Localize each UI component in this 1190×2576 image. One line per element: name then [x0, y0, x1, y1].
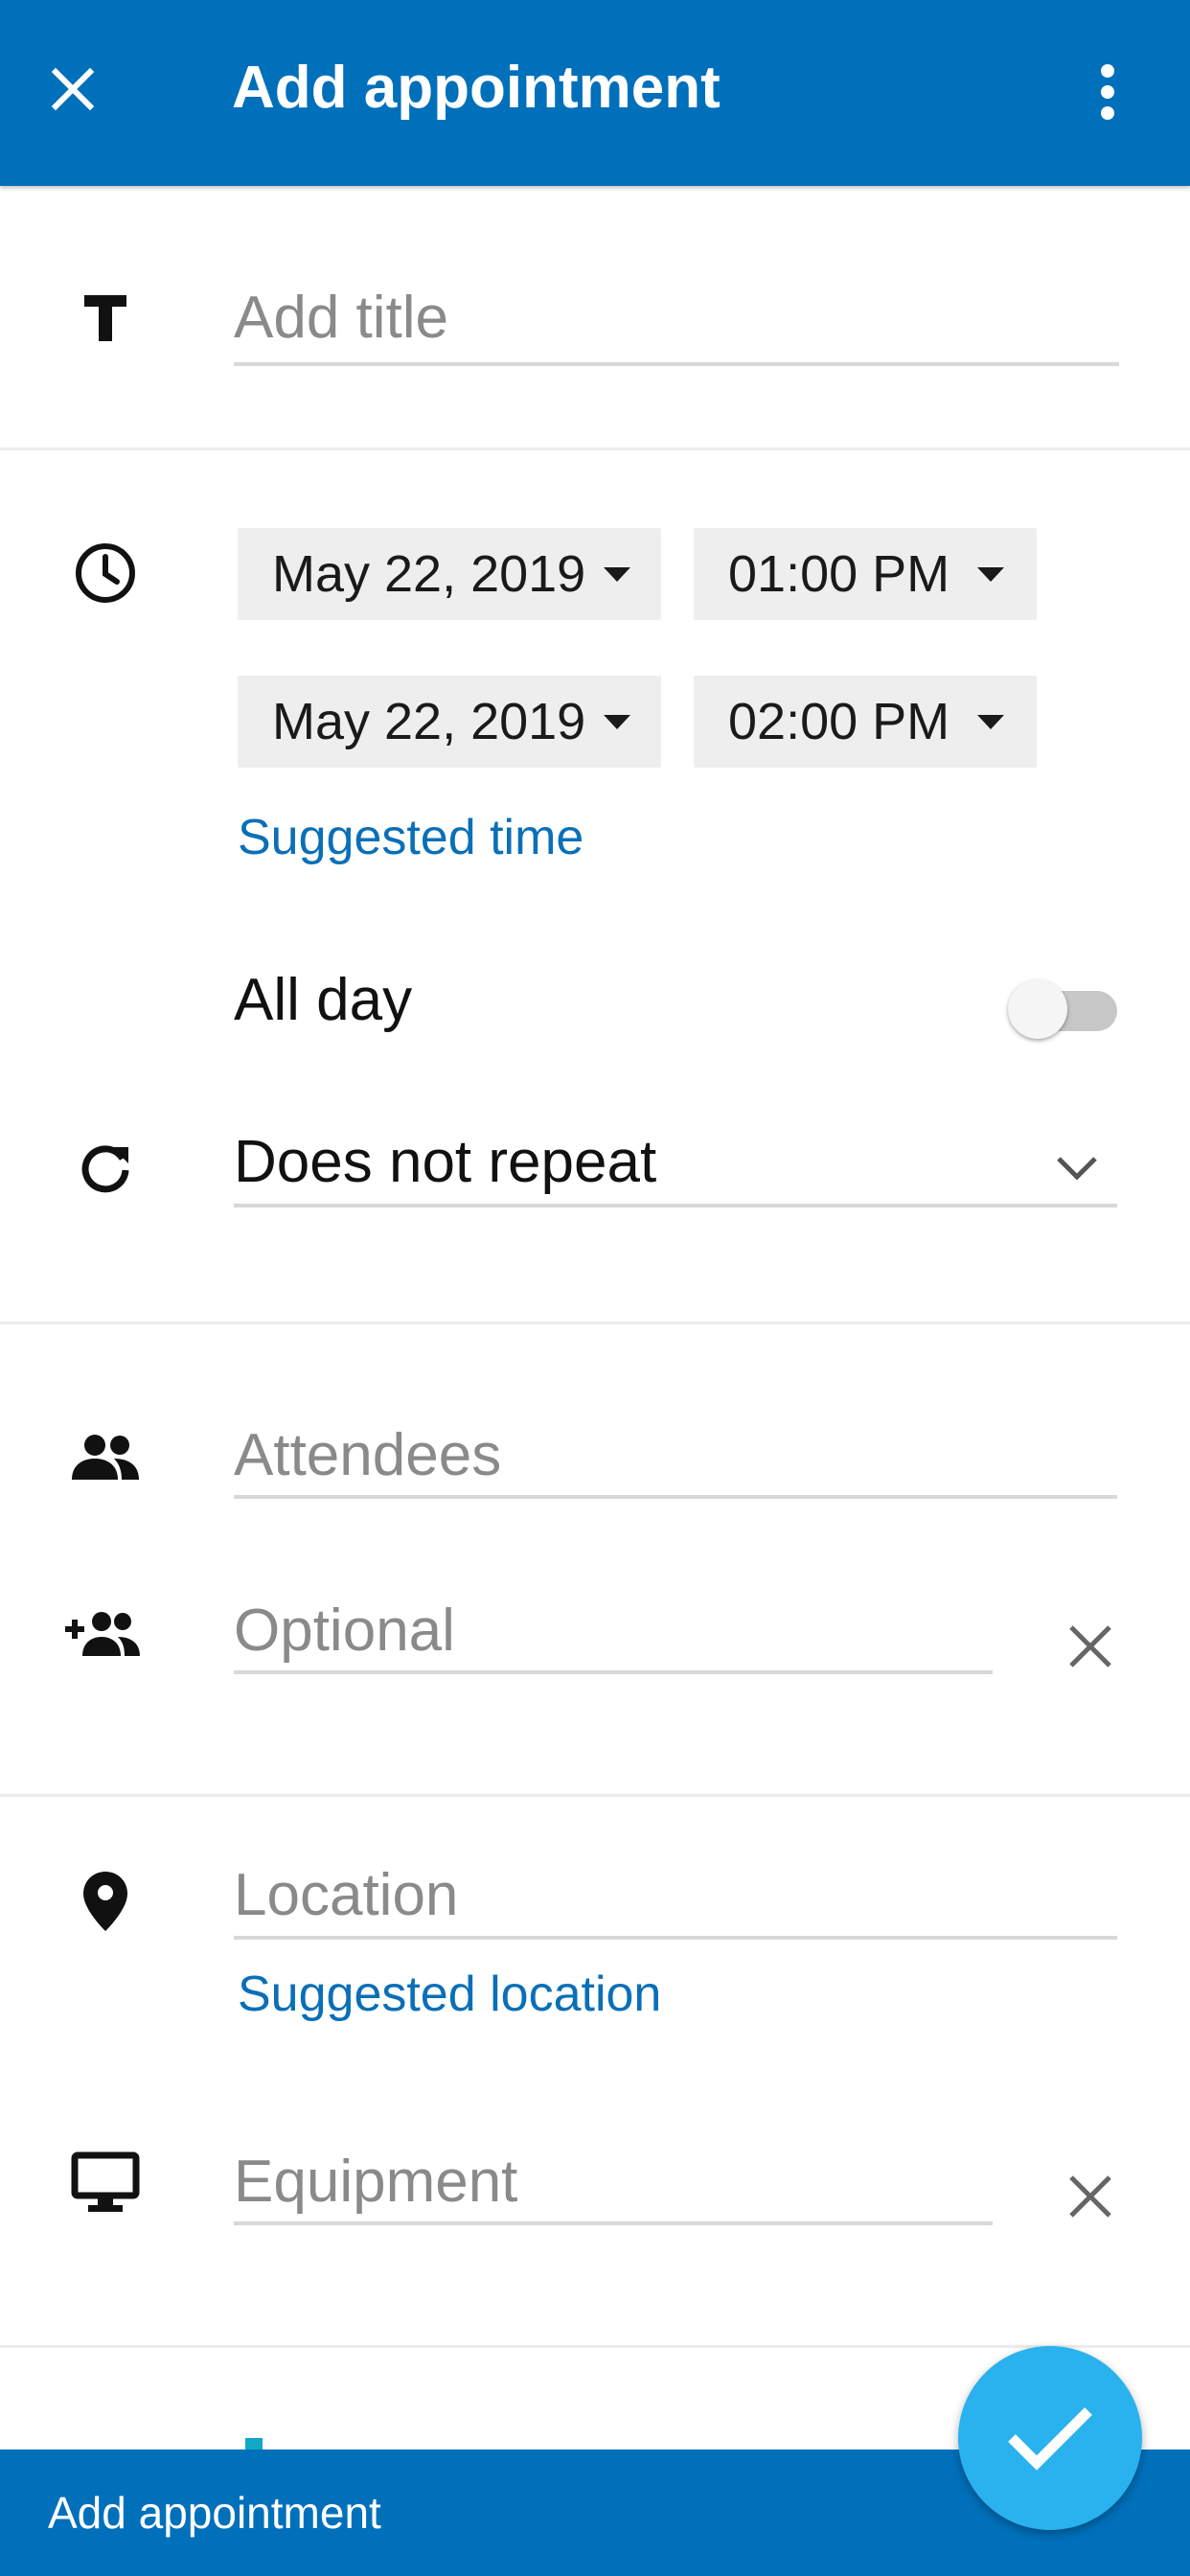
start-time-value: 01:00 PM [728, 545, 950, 603]
end-time-dropdown[interactable]: 02:00 PM [694, 676, 1037, 768]
refresh-icon [67, 1129, 144, 1206]
bottom-bar-label: Add appointment [48, 2488, 381, 2538]
end-date-value: May 22, 2019 [272, 693, 586, 750]
optional-underline [234, 1670, 993, 1674]
repeat-underline [234, 1204, 1117, 1208]
title-underline [234, 362, 1119, 366]
clear-optional-icon[interactable] [1056, 1612, 1125, 1681]
repeat-dropdown[interactable]: Does not repeat [234, 1127, 656, 1198]
group-add-icon [65, 1596, 142, 1672]
divider [0, 448, 1190, 450]
divider [0, 2345, 1190, 2348]
start-date-dropdown[interactable]: May 22, 2019 [238, 528, 661, 620]
page-title: Add appointment [232, 55, 721, 121]
start-date-value: May 22, 2019 [272, 545, 586, 603]
suggested-location-link[interactable]: Suggested location [238, 1965, 661, 2024]
optional-attendees-input[interactable]: Optional [234, 1596, 455, 1667]
monitor-icon [67, 2145, 144, 2221]
title-input[interactable]: Add title [234, 283, 448, 354]
dropdown-arrow-icon [977, 715, 1004, 729]
equipment-input[interactable]: Equipment [234, 2147, 517, 2218]
start-time-dropdown[interactable]: 01:00 PM [694, 528, 1037, 620]
more-vert-icon[interactable] [1073, 58, 1142, 126]
location-input[interactable]: Location [234, 1860, 458, 1931]
divider [0, 1794, 1190, 1797]
equipment-underline [234, 2221, 993, 2225]
all-day-label: All day [234, 967, 413, 1033]
people-icon [67, 1418, 144, 1495]
title-icon [67, 280, 144, 356]
attendees-input[interactable]: Attendees [234, 1420, 501, 1491]
suggested-time-link[interactable]: Suggested time [238, 808, 584, 867]
chevron-down-icon[interactable] [1054, 1154, 1100, 1183]
clock-icon [67, 535, 144, 611]
dropdown-arrow-icon [977, 567, 1004, 582]
save-fab-button[interactable] [958, 2346, 1142, 2530]
check-icon [1008, 2407, 1092, 2471]
attendees-underline [234, 1495, 1117, 1499]
divider [0, 1322, 1190, 1324]
close-icon[interactable] [38, 55, 107, 124]
app-bar: Add appointment [0, 0, 1190, 186]
clear-equipment-icon[interactable] [1056, 2162, 1125, 2231]
location-underline [234, 1936, 1117, 1940]
end-time-value: 02:00 PM [728, 693, 950, 750]
dropdown-arrow-icon [604, 715, 630, 729]
location-pin-icon [67, 1863, 144, 1940]
dropdown-arrow-icon [604, 567, 630, 582]
all-day-toggle-thumb[interactable] [1008, 979, 1067, 1039]
end-date-dropdown[interactable]: May 22, 2019 [238, 676, 661, 768]
